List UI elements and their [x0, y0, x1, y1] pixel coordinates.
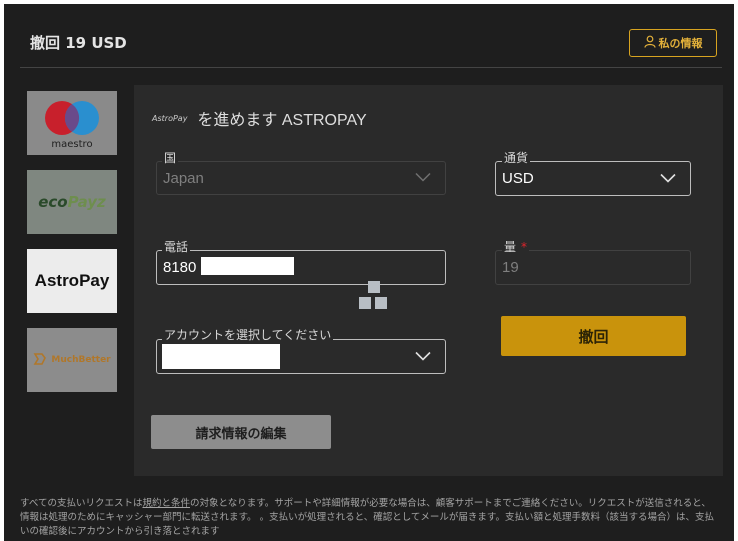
required-marker: * — [521, 240, 528, 254]
method-maestro[interactable]: maestro — [27, 91, 117, 155]
provider-heading: AstroPay を進めます ASTROPAY — [152, 106, 367, 130]
my-info-button[interactable]: 私の情報 — [629, 29, 717, 57]
edit-billing-button[interactable]: 請求情報の編集 — [151, 415, 331, 449]
amount-input[interactable]: 19 — [495, 250, 691, 285]
account-label: アカウントを選択してください — [162, 326, 334, 343]
country-label: 国 — [162, 149, 179, 166]
currency-select[interactable]: USD — [495, 161, 691, 196]
header-divider — [20, 67, 722, 68]
currency-label: 通貨 — [502, 149, 531, 166]
chevron-down-icon — [415, 170, 431, 187]
phone-input[interactable]: 8180 — [156, 250, 446, 285]
phone-label: 電話 — [162, 238, 191, 255]
modal-title: 撤回 19 USD — [30, 34, 127, 52]
chevron-down-icon — [660, 170, 676, 187]
astropay-small-logo: AstroPay — [152, 113, 188, 123]
withdraw-button[interactable]: 撤回 — [501, 316, 686, 356]
country-select[interactable]: Japan — [156, 161, 446, 195]
redacted-account — [162, 344, 280, 369]
method-ecopayz[interactable]: ecoPayz — [27, 170, 117, 234]
my-info-label: 私の情報 — [658, 37, 703, 50]
method-muchbetter[interactable]: MuchBetter — [27, 328, 117, 392]
muchbetter-label: MuchBetter — [51, 355, 111, 365]
method-astropay[interactable]: AstroPay — [27, 249, 117, 313]
terms-notice: すべての支払いリクエストは規約と条件の対象となります。サポートや詳細情報が必要な… — [20, 498, 714, 537]
user-icon — [643, 35, 656, 51]
amount-label: 量 * — [502, 238, 530, 255]
redacted-phone — [201, 257, 294, 275]
provider-title: を進めます ASTROPAY — [197, 112, 367, 129]
muchbetter-icon — [33, 351, 47, 370]
terms-link[interactable]: 規約と条件 — [142, 498, 190, 509]
loading-spinner-icon — [359, 281, 395, 311]
astropay-logo: AstroPay — [34, 271, 110, 290]
chevron-down-icon — [415, 348, 431, 365]
ecopayz-logo: ecoPayz — [38, 193, 106, 211]
maestro-label: maestro — [51, 139, 93, 150]
